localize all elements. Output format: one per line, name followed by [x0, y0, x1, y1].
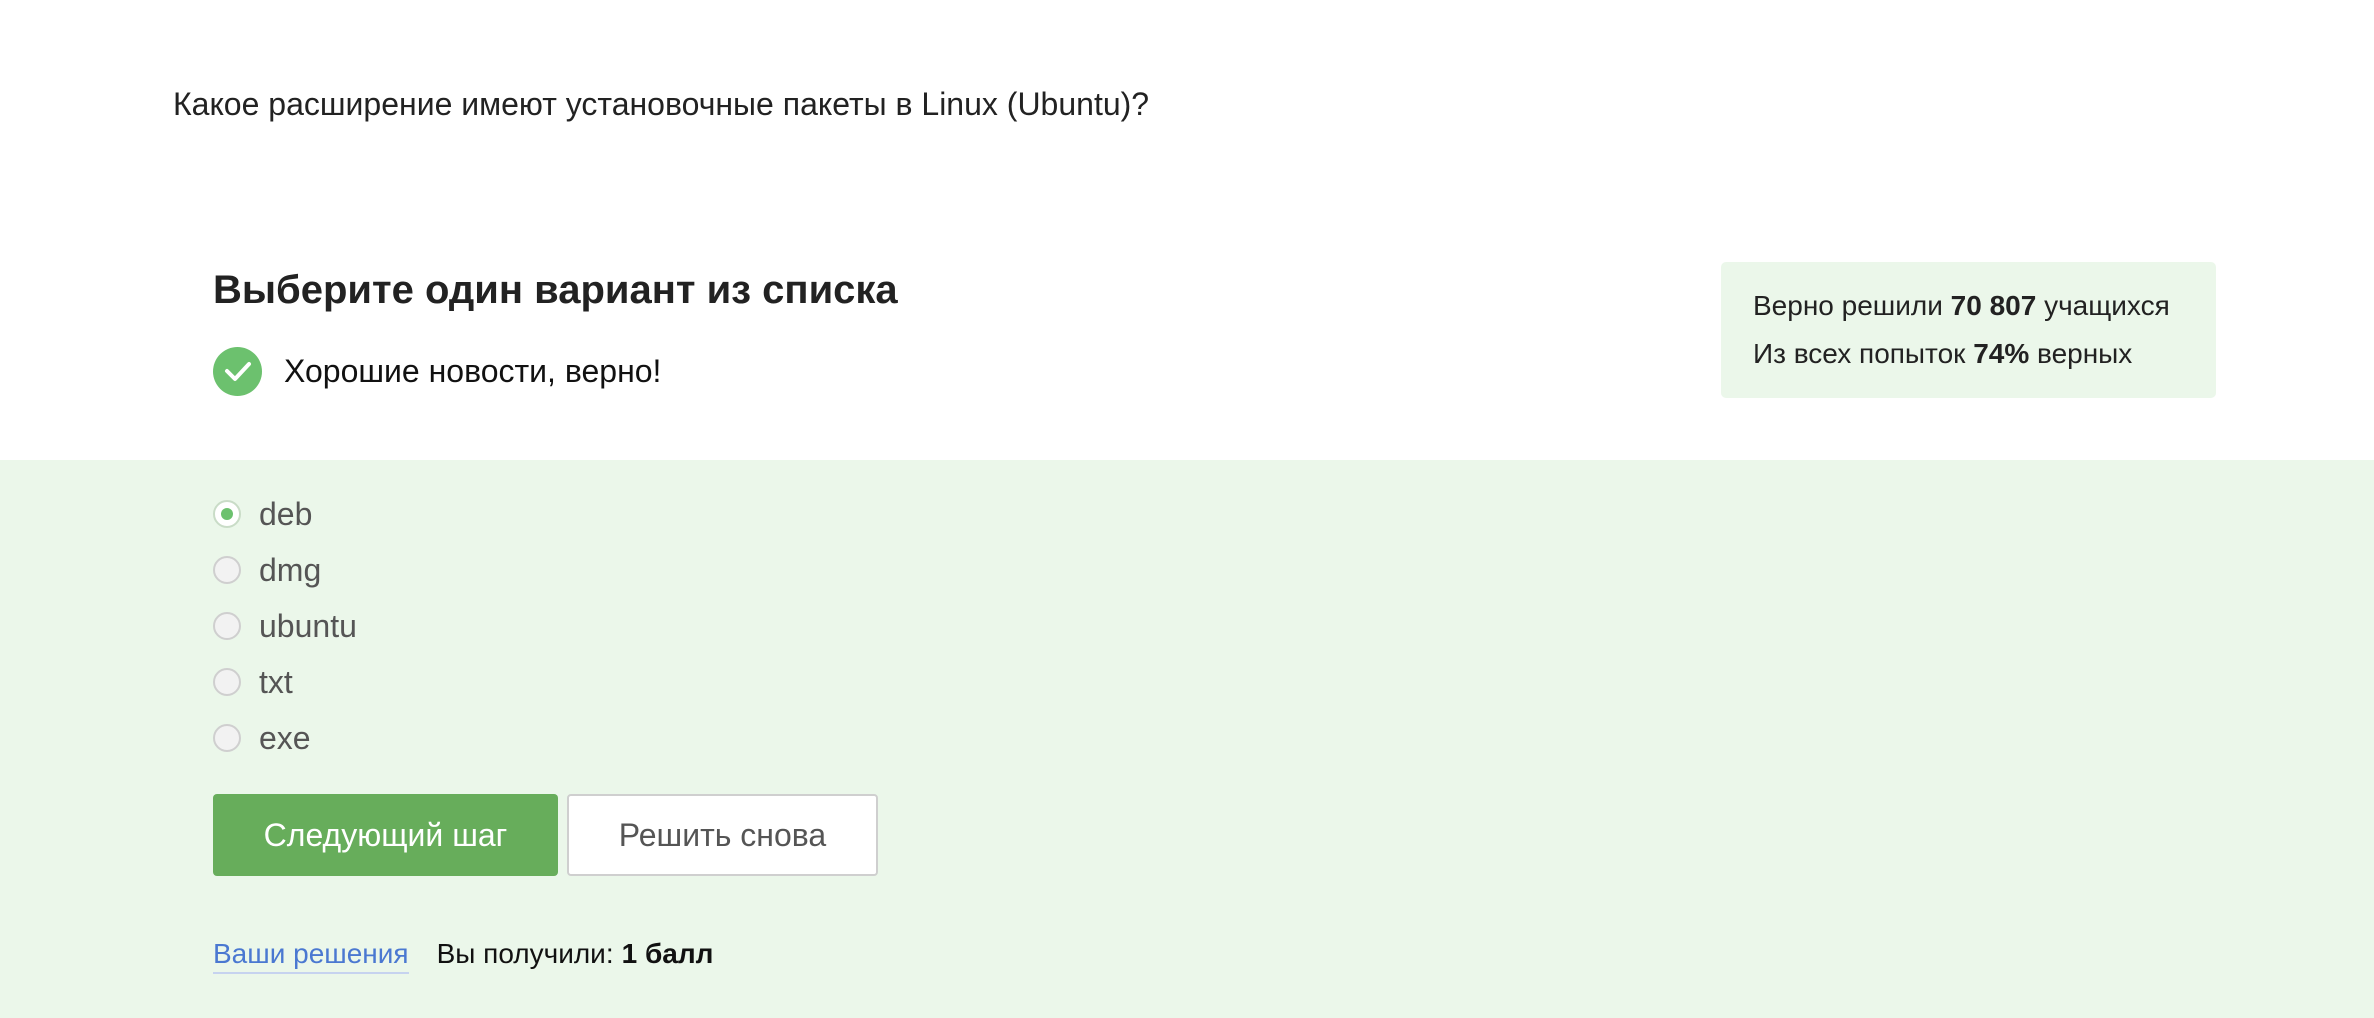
stats-solved-count: 70 807	[1950, 290, 2037, 321]
option-txt[interactable]: txt	[213, 654, 357, 710]
radio-button[interactable]	[213, 668, 241, 696]
footer: Ваши решения Вы получили: 1 балл	[213, 938, 713, 974]
your-solutions-link[interactable]: Ваши решения	[213, 938, 409, 974]
stats-solved-line: Верно решили 70 807 учащихся	[1753, 282, 2184, 330]
option-label: deb	[259, 495, 313, 532]
score-value: 1 балл	[621, 938, 714, 969]
option-label: exe	[259, 719, 311, 756]
question-text: Какое расширение имеют установочные паке…	[173, 86, 1150, 122]
stats-rate-prefix: Из всех попыток	[1753, 338, 1966, 369]
radio-dot	[221, 508, 233, 520]
option-deb[interactable]: deb	[213, 486, 357, 542]
stats-solved-prefix: Верно решили	[1753, 290, 1943, 321]
stats-solved-suffix: учащихся	[2044, 290, 2170, 321]
feedback-message: Хорошие новости, верно!	[213, 346, 661, 396]
quiz-heading: Выберите один вариант из списка	[213, 268, 898, 312]
radio-button[interactable]	[213, 612, 241, 640]
option-label: ubuntu	[259, 607, 357, 644]
solve-again-button[interactable]: Решить снова	[567, 794, 878, 876]
option-exe[interactable]: exe	[213, 710, 357, 766]
feedback-text: Хорошие новости, верно!	[284, 352, 662, 389]
step-page: Какое расширение имеют установочные паке…	[0, 0, 2374, 1018]
option-label: txt	[259, 663, 293, 700]
stats-rate-suffix: верных	[2037, 338, 2133, 369]
stats-rate-value: 74%	[1973, 338, 2030, 369]
score-text: Вы получили: 1 балл	[437, 938, 714, 970]
stats-panel: Верно решили 70 807 учащихся Из всех поп…	[1721, 262, 2216, 398]
stats-rate-line: Из всех попыток 74% верных	[1753, 330, 2184, 378]
next-step-button[interactable]: Следующий шаг	[213, 794, 558, 876]
check-icon	[213, 346, 262, 396]
score-prefix: Вы получили:	[436, 938, 614, 969]
options-list: deb dmg ubuntu txt exe	[213, 486, 357, 766]
radio-selected[interactable]	[213, 500, 241, 528]
radio-button[interactable]	[213, 724, 241, 752]
option-ubuntu[interactable]: ubuntu	[213, 598, 357, 654]
option-label: dmg	[259, 551, 322, 588]
option-dmg[interactable]: dmg	[213, 542, 357, 598]
radio-button[interactable]	[213, 556, 241, 584]
